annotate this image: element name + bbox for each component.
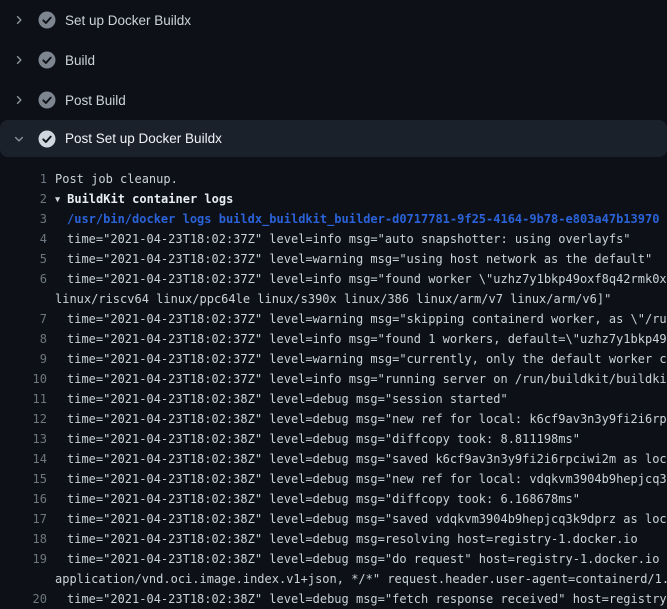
line-number[interactable]: 5 [0,249,47,269]
log-row: 19 time="2021-04-23T18:02:38Z" level=debu… [0,549,667,569]
chevron-right-icon [12,93,26,107]
log-row: 12 time="2021-04-23T18:02:38Z" level=debu… [0,409,667,429]
line-number[interactable]: 16 [0,489,47,509]
log-row: 13 time="2021-04-23T18:02:38Z" level=debu… [0,429,667,449]
line-number[interactable]: 14 [0,449,47,469]
line-number[interactable]: 13 [0,429,47,449]
log-line-text: time="2021-04-23T18:02:38Z" level=debug … [55,449,667,469]
log-line-text: time="2021-04-23T18:02:37Z" level=info m… [55,269,667,289]
log-group-header[interactable]: ▼ BuildKit container logs [55,189,667,209]
log-area: 1 Post job cleanup. 2 ▼ BuildKit container l… [0,169,667,609]
steps-list: Set up Docker Buildx Build Post Build Post … [0,0,667,157]
log-line-text: time="2021-04-23T18:02:38Z" level=debug … [55,469,667,489]
log-row: 18 time="2021-04-23T18:02:38Z" level=debu… [0,529,667,549]
log-line-text: time="2021-04-23T18:02:37Z" level=warnin… [55,349,667,369]
step-label: Post Set up Docker Buildx [65,131,222,146]
line-number[interactable]: 6 [0,269,47,289]
step-label: Set up Docker Buildx [65,13,191,28]
step-row-set-up-docker-buildx[interactable]: Set up Docker Buildx [0,0,667,40]
log-line-text: time="2021-04-23T18:02:37Z" level=info m… [55,369,667,389]
log-line-text: time="2021-04-23T18:02:38Z" level=debug … [55,429,667,449]
check-circle-icon [38,130,56,148]
line-number[interactable]: 4 [0,229,47,249]
log-row: 7 time="2021-04-23T18:02:37Z" level=warni… [0,309,667,329]
line-number[interactable]: 20 [0,589,47,609]
log-command-text: /usr/bin/docker logs buildx_buildkit_bui… [55,209,667,229]
log-row: 11 time="2021-04-23T18:02:38Z" level=debu… [0,389,667,409]
actions-log-viewer: { "colors": { "background": "#0d1117", "… [0,0,667,600]
line-number[interactable]: 17 [0,509,47,529]
line-number [0,289,47,309]
step-row-post-build[interactable]: Post Build [0,80,667,120]
line-number[interactable]: 19 [0,549,47,569]
log-line-text: time="2021-04-23T18:02:38Z" level=debug … [55,549,667,569]
step-label: Build [65,53,95,68]
log-row: 20 time="2021-04-23T18:02:38Z" level=debu… [0,589,667,609]
step-row-build[interactable]: Build [0,40,667,80]
check-circle-icon [38,51,56,69]
log-line-text: time="2021-04-23T18:02:38Z" level=debug … [55,509,667,529]
line-number[interactable]: 11 [0,389,47,409]
log-line-text: time="2021-04-23T18:02:37Z" level=warnin… [55,309,667,329]
log-line-text: time="2021-04-23T18:02:38Z" level=debug … [55,529,667,549]
chevron-down-icon [12,132,26,146]
log-row: 17 time="2021-04-23T18:02:38Z" level=debu… [0,509,667,529]
line-number[interactable]: 2 [0,189,47,209]
log-row: linux/riscv64 linux/ppc64le linux/s390x … [0,289,667,309]
chevron-right-icon [12,53,26,67]
check-circle-icon [38,11,56,29]
log-line-text: time="2021-04-23T18:02:38Z" level=debug … [55,489,667,509]
line-number[interactable]: 12 [0,409,47,429]
line-number[interactable]: 15 [0,469,47,489]
log-row: 2 ▼ BuildKit container logs [0,189,667,209]
log-line-wrap-text: linux/riscv64 linux/ppc64le linux/s390x … [55,289,667,309]
log-line-text: time="2021-04-23T18:02:38Z" level=debug … [55,409,667,429]
log-row: 1 Post job cleanup. [0,169,667,189]
log-row: application/vnd.oci.image.index.v1+json,… [0,569,667,589]
line-number[interactable]: 9 [0,349,47,369]
log-line-text: time="2021-04-23T18:02:38Z" level=debug … [55,389,667,409]
log-row: 3/usr/bin/docker logs buildx_buildkit_bu… [0,209,667,229]
log-line-wrap-text: application/vnd.oci.image.index.v1+json,… [55,569,667,589]
log-row: 15 time="2021-04-23T18:02:38Z" level=debu… [0,469,667,489]
line-number[interactable]: 7 [0,309,47,329]
line-number[interactable]: 1 [0,169,47,189]
log-row: 4 time="2021-04-23T18:02:37Z" level=info … [0,229,667,249]
line-number[interactable]: 8 [0,329,47,349]
line-number[interactable]: 3 [0,209,47,229]
line-number[interactable]: 10 [0,369,47,389]
log-row: 10 time="2021-04-23T18:02:37Z" level=info… [0,369,667,389]
log-row: 5 time="2021-04-23T18:02:37Z" level=warni… [0,249,667,269]
step-label: Post Build [65,93,126,108]
step-row-post-set-up-docker-buildx[interactable]: Post Set up Docker Buildx [0,120,667,157]
log-row: 6 time="2021-04-23T18:02:37Z" level=info … [0,269,667,289]
log-line-text: time="2021-04-23T18:02:37Z" level=warnin… [55,249,667,269]
log-row: 9 time="2021-04-23T18:02:37Z" level=warni… [0,349,667,369]
log-line-text: time="2021-04-23T18:02:38Z" level=debug … [55,589,667,609]
log-line-text: Post job cleanup. [55,169,667,189]
log-row: 14 time="2021-04-23T18:02:38Z" level=debu… [0,449,667,469]
log-row: 16 time="2021-04-23T18:02:38Z" level=debu… [0,489,667,509]
line-number[interactable]: 18 [0,529,47,549]
log-group-label: BuildKit container logs [67,192,233,206]
check-circle-icon [38,91,56,109]
collapse-triangle-icon[interactable]: ▼ [55,190,60,209]
chevron-right-icon [12,13,26,27]
log-line-text: time="2021-04-23T18:02:37Z" level=info m… [55,229,667,249]
log-line-text: time="2021-04-23T18:02:37Z" level=info m… [55,329,667,349]
line-number [0,569,47,589]
log-row: 8 time="2021-04-23T18:02:37Z" level=info … [0,329,667,349]
